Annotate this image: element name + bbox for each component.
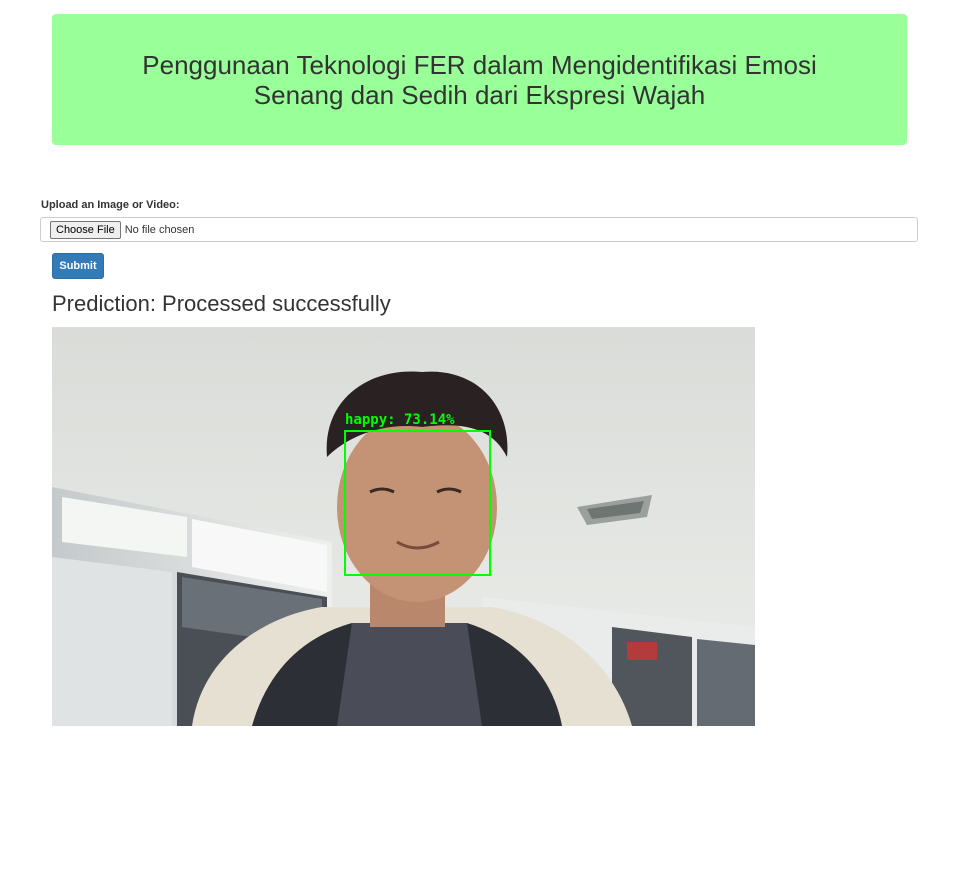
result-image: happy: 73.14% xyxy=(52,327,755,726)
file-status-text: No file chosen xyxy=(124,223,195,236)
submit-button[interactable]: Submit xyxy=(52,253,104,279)
upload-label: Upload an Image or Video: xyxy=(41,199,180,211)
page-title: Penggunaan Teknologi FER dalam Mengident… xyxy=(142,49,817,110)
detection-label: happy: 73.14% xyxy=(345,412,455,428)
title-banner: Penggunaan Teknologi FER dalam Mengident… xyxy=(52,14,907,145)
choose-file-button[interactable]: Choose File xyxy=(50,220,121,239)
file-input[interactable]: Choose File No file chosen xyxy=(40,217,918,242)
prediction-result-text: Prediction: Processed successfully xyxy=(52,291,391,316)
